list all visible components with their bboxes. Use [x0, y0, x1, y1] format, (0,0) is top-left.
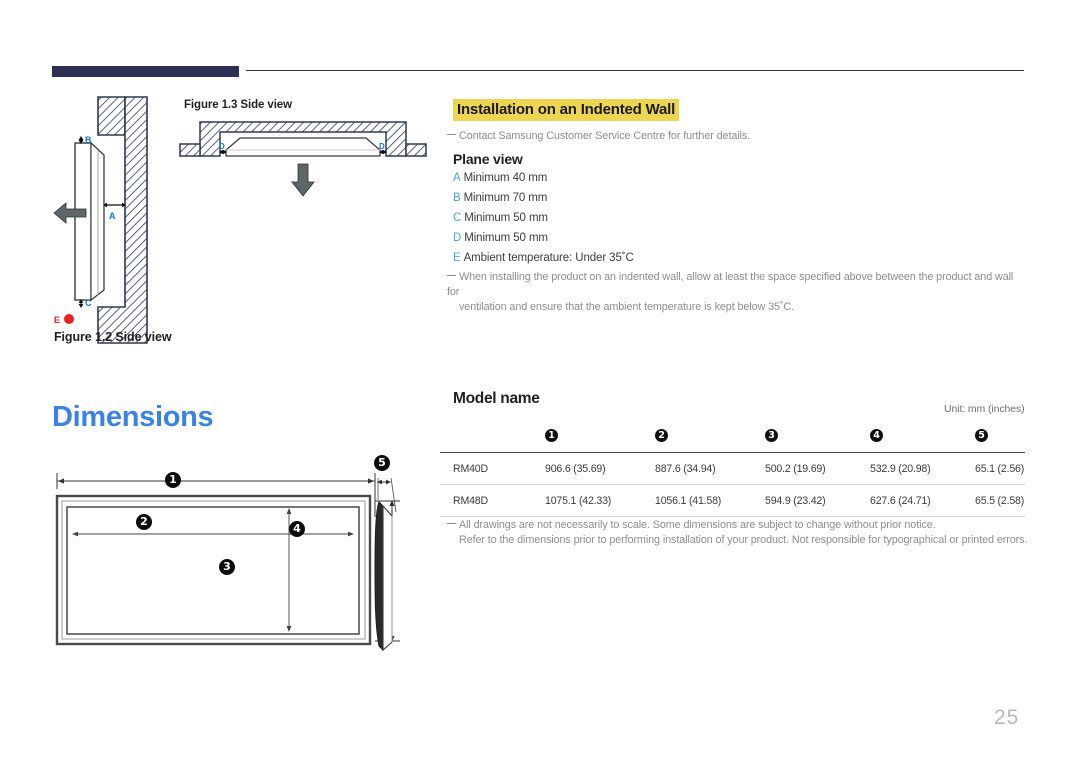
- page-number: 25: [994, 706, 1020, 729]
- cell-rm48d-1: 1075.1 (42.33): [545, 495, 612, 507]
- cell-rm40d-2: 887.6 (34.94): [655, 463, 716, 475]
- cell-rm40d-5: 65.1 (2.56): [975, 463, 1025, 475]
- clearance-key-c: C: [453, 212, 462, 224]
- ventilation-note-line-1: When installing the product on an indent…: [447, 271, 1014, 298]
- contact-note-text: Contact Samsung Customer Service Centre …: [459, 130, 751, 142]
- clearance-key-d: D: [453, 232, 462, 244]
- cell-rm48d-4: 627.6 (24.71): [870, 495, 931, 507]
- side-profile-drawing: [360, 470, 420, 670]
- cell-rm40d-4: 532.9 (20.98): [870, 463, 931, 475]
- header-callout-1: 1: [545, 429, 558, 442]
- contact-note: Contact Samsung Customer Service Centre …: [447, 129, 750, 144]
- clearance-text-d: Minimum 50 mm: [464, 232, 548, 244]
- table-row: RM40D 906.6 (35.69) 887.6 (34.94) 500.2 …: [440, 453, 1025, 485]
- header-callout-2: 2: [655, 429, 668, 442]
- header-rule-block: [52, 66, 239, 77]
- svg-text:B: B: [85, 135, 92, 145]
- svg-text:D: D: [219, 142, 225, 151]
- dimensions-table-header-row: 1 2 3 4 5: [440, 418, 1025, 453]
- unit-label: Unit: mm (inches): [944, 403, 1025, 415]
- cell-rm40d-3: 500.2 (19.69): [765, 463, 826, 475]
- note-dash-icon: [447, 134, 456, 135]
- clearance-key-a: A: [453, 172, 461, 184]
- svg-text:D: D: [379, 142, 385, 151]
- header-cell-5: 5: [975, 418, 1025, 453]
- clearance-item-b: B Minimum 70 mm: [453, 192, 547, 204]
- clearance-item-a: A Minimum 40 mm: [453, 172, 547, 184]
- dimensions-table-head: 1 2 3 4 5: [440, 418, 1025, 453]
- ventilation-note: When installing the product on an indent…: [447, 270, 1027, 315]
- clearance-key-b: B: [453, 192, 461, 204]
- svg-text:E: E: [54, 315, 60, 325]
- header-cell-model: [440, 418, 545, 453]
- cell-rm48d-5: 65.5 (2.58): [975, 495, 1025, 507]
- dimensions-table: 1 2 3 4 5 RM40D 906.6 (35.69) 887.6 (34.…: [440, 418, 1025, 517]
- table-header-model-name: Model name: [453, 390, 540, 407]
- table-row: RM48D 1075.1 (42.33) 1056.1 (41.58) 594.…: [440, 485, 1025, 517]
- dimension-callout-1: 1: [165, 472, 181, 488]
- header-callout-3: 3: [765, 429, 778, 442]
- svg-text:A: A: [109, 211, 116, 221]
- cell-model-rm48d: RM48D: [453, 495, 488, 507]
- header-cell-3: 3: [765, 418, 870, 453]
- header-cell-4: 4: [870, 418, 975, 453]
- header-callout-5: 5: [975, 429, 988, 442]
- note-dash-icon: [447, 275, 456, 276]
- note-dash-icon: [447, 523, 456, 524]
- ventilation-note-line-2: ventilation and ensure that the ambient …: [459, 301, 795, 313]
- clearance-text-a: Minimum 40 mm: [463, 172, 548, 184]
- figure-1-2-caption: Figure 1.2 Side view: [54, 330, 172, 344]
- clearance-text-c: Minimum 50 mm: [464, 212, 548, 224]
- dimension-callout-2: 2: [136, 514, 152, 530]
- header-cell-1: 1: [545, 418, 655, 453]
- cell-rm48d-2: 1056.1 (41.58): [655, 495, 722, 507]
- header-cell-2: 2: [655, 418, 765, 453]
- header-callout-4: 4: [870, 429, 883, 442]
- cell-rm40d-1: 906.6 (35.69): [545, 463, 606, 475]
- dimension-callout-3: 3: [219, 559, 235, 575]
- figure-1-3-caption: Figure 1.3 Side view: [184, 99, 292, 111]
- svg-text:C: C: [85, 298, 92, 308]
- dimensions-table-body: RM40D 906.6 (35.69) 887.6 (34.94) 500.2 …: [440, 453, 1025, 517]
- clearance-item-c: C Minimum 50 mm: [453, 212, 548, 224]
- header-rule-line: [246, 70, 1024, 71]
- section-title: Installation on an Indented Wall: [453, 99, 680, 121]
- scale-note-line-1: All drawings are not necessarily to scal…: [459, 519, 936, 531]
- dimension-callout-5: 5: [374, 455, 390, 471]
- cell-rm48d-3: 594.9 (23.42): [765, 495, 826, 507]
- clearance-item-e: E Ambient temperature: Under 35˚C: [453, 252, 634, 264]
- plane-view-subtitle: Plane view: [453, 151, 523, 167]
- scale-note: All drawings are not necessarily to scal…: [447, 518, 1032, 548]
- cell-model-rm40d: RM40D: [453, 463, 488, 475]
- figure-1-3-side-view-drawing: D D: [178, 120, 428, 200]
- clearance-item-d: D Minimum 50 mm: [453, 232, 548, 244]
- scale-note-line-2: Refer to the dimensions prior to perform…: [459, 534, 1028, 546]
- dimensions-heading: Dimensions: [52, 401, 214, 433]
- clearance-text-b: Minimum 70 mm: [463, 192, 548, 204]
- clearance-key-e: E: [453, 252, 461, 264]
- clearance-text-e: Ambient temperature: Under 35˚C: [463, 252, 634, 264]
- dimension-callout-4: 4: [289, 521, 305, 537]
